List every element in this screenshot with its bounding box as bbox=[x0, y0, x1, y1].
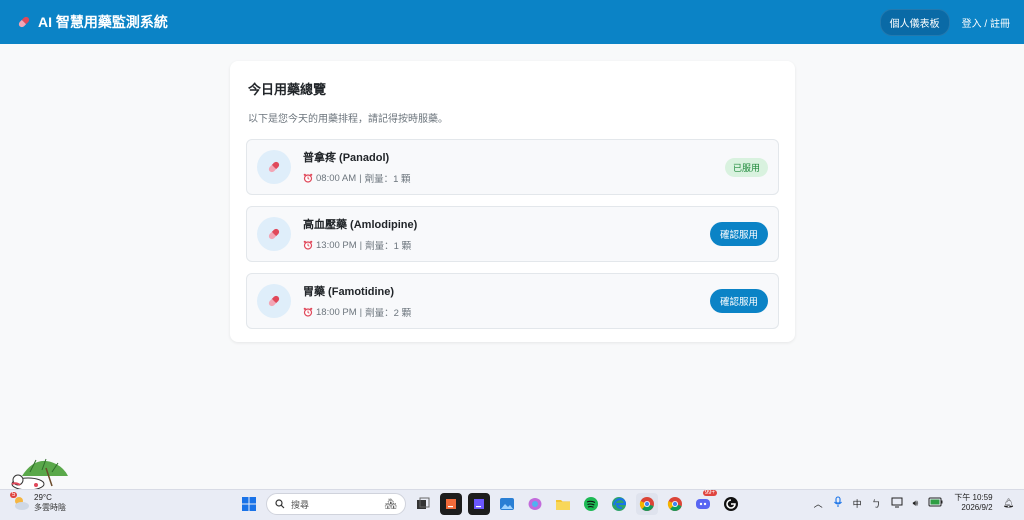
med-meta: 18:00 PM | 劑量：2 顆 bbox=[303, 305, 710, 319]
ime-mode-icon[interactable]: ㄅ bbox=[872, 497, 881, 510]
discord-icon[interactable]: 99+ bbox=[692, 490, 717, 515]
alarm-clock-icon bbox=[303, 307, 313, 317]
system-tray: ︿ 中 ㄅ 🔊︎ 下午 10:59 2026/9/2 🔔︎ bbox=[814, 493, 1014, 513]
confirm-taken-button[interactable]: 確認服用 bbox=[709, 222, 768, 246]
med-item: 普拿疼 (Panadol) 08:00 AM | 劑量：1 顆 已服用 bbox=[246, 139, 779, 195]
med-dose: 劑量：2 顆 bbox=[365, 308, 412, 319]
discord-badge: 99+ bbox=[702, 490, 717, 496]
alarm-clock-icon bbox=[303, 240, 313, 250]
med-item: 胃藥 (Famotidine) 18:00 PM | 劑量：2 顆 確認服用 bbox=[246, 273, 779, 329]
chrome-icon[interactable] bbox=[636, 493, 658, 515]
jetbrains-ide2-icon[interactable] bbox=[468, 493, 490, 515]
pill-icon bbox=[268, 161, 280, 173]
photos-icon[interactable] bbox=[496, 493, 518, 515]
brand[interactable]: AI 智慧用藥監測系統 bbox=[16, 12, 168, 32]
med-dose: 劑量：1 顆 bbox=[364, 174, 411, 185]
volume-icon[interactable]: 🔊︎ bbox=[913, 498, 919, 509]
search-icon bbox=[275, 499, 285, 509]
med-item: 高血壓藥 (Amlodipine) 13:00 PM | 劑量：1 顆 確認服用 bbox=[246, 206, 779, 262]
med-dose: 劑量：1 顆 bbox=[365, 241, 412, 252]
search-highlight-icon: 🏘 bbox=[384, 498, 397, 510]
chrome-profile2-icon[interactable] bbox=[664, 493, 686, 515]
chevron-up-icon[interactable]: ︿ bbox=[814, 497, 823, 510]
display-icon[interactable] bbox=[891, 497, 903, 510]
pill-icon bbox=[268, 295, 280, 307]
overview-title: 今日用藥總覽 bbox=[248, 82, 327, 97]
app-title: AI 智慧用藥監測系統 bbox=[38, 14, 168, 30]
med-time: 13:00 PM bbox=[316, 239, 357, 251]
clock-time: 下午 10:59 bbox=[954, 493, 993, 502]
pill-icon bbox=[18, 16, 30, 28]
taskbar-search[interactable]: 搜尋 🏘 bbox=[266, 493, 406, 515]
med-icon bbox=[257, 150, 291, 184]
spotify-icon[interactable] bbox=[580, 493, 602, 515]
search-placeholder: 搜尋 bbox=[291, 499, 310, 510]
battery-icon[interactable] bbox=[928, 497, 944, 509]
clock-date: 2026/9/2 bbox=[961, 503, 993, 512]
med-icon bbox=[257, 284, 291, 318]
windows-taskbar: 5 29°C 多雲時陰 搜尋 🏘 99+ ︿ 中 ㄅ 🔊︎ 下午 10:59 2… bbox=[0, 489, 1024, 520]
copilot-icon[interactable] bbox=[524, 493, 546, 515]
login-register-link[interactable]: 登入 / 註冊 bbox=[962, 15, 1010, 30]
weather-temp: 29°C bbox=[34, 493, 52, 502]
cloud-sun-icon: 5 bbox=[10, 492, 30, 512]
windows-start-icon[interactable] bbox=[238, 493, 260, 515]
med-meta: 13:00 PM | 劑量：1 顆 bbox=[303, 238, 710, 252]
med-list: 普拿疼 (Panadol) 08:00 AM | 劑量：1 顆 已服用 高血壓藥… bbox=[246, 139, 779, 329]
task-view-icon[interactable] bbox=[412, 493, 434, 515]
github-icon[interactable] bbox=[720, 493, 742, 515]
weather-widget[interactable]: 5 29°C 多雲時陰 bbox=[10, 492, 66, 513]
overview-subtitle: 以下是您今天的用藥排程，請記得按時服藥。 bbox=[248, 114, 448, 125]
app-header: AI 智慧用藥監測系統 個人儀表板 登入 / 註冊 bbox=[0, 0, 1024, 44]
weather-desc: 多雲時陰 bbox=[34, 503, 66, 512]
system-clock[interactable]: 下午 10:59 2026/9/2 bbox=[954, 493, 992, 513]
med-name: 高血壓藥 (Amlodipine) bbox=[303, 219, 418, 231]
confirm-taken-button[interactable]: 確認服用 bbox=[709, 289, 768, 313]
med-time: 18:00 PM bbox=[316, 306, 357, 318]
edge-icon[interactable] bbox=[608, 493, 630, 515]
alarm-clock-icon bbox=[303, 173, 313, 183]
mascot-umbrella-icon bbox=[11, 458, 68, 490]
med-icon bbox=[257, 217, 291, 251]
med-name: 胃藥 (Famotidine) bbox=[303, 286, 395, 298]
taken-badge: 已服用 bbox=[724, 157, 768, 177]
notification-bell-icon[interactable]: 🔔︎ bbox=[1003, 498, 1014, 509]
ime-indicator[interactable]: 中 bbox=[853, 497, 862, 510]
file-explorer-icon[interactable] bbox=[552, 493, 574, 515]
dashboard-link[interactable]: 個人儀表板 bbox=[879, 8, 950, 36]
med-time: 08:00 AM bbox=[316, 172, 357, 184]
pill-icon bbox=[268, 228, 280, 240]
overview-card: 今日用藥總覽 以下是您今天的用藥排程，請記得按時服藥。 普拿疼 (Panadol… bbox=[230, 61, 795, 342]
med-meta: 08:00 AM | 劑量：1 顆 bbox=[303, 171, 725, 185]
microphone-icon[interactable] bbox=[833, 496, 843, 510]
med-name: 普拿疼 (Panadol) bbox=[303, 152, 390, 164]
jetbrains-ide-icon[interactable] bbox=[440, 493, 462, 515]
